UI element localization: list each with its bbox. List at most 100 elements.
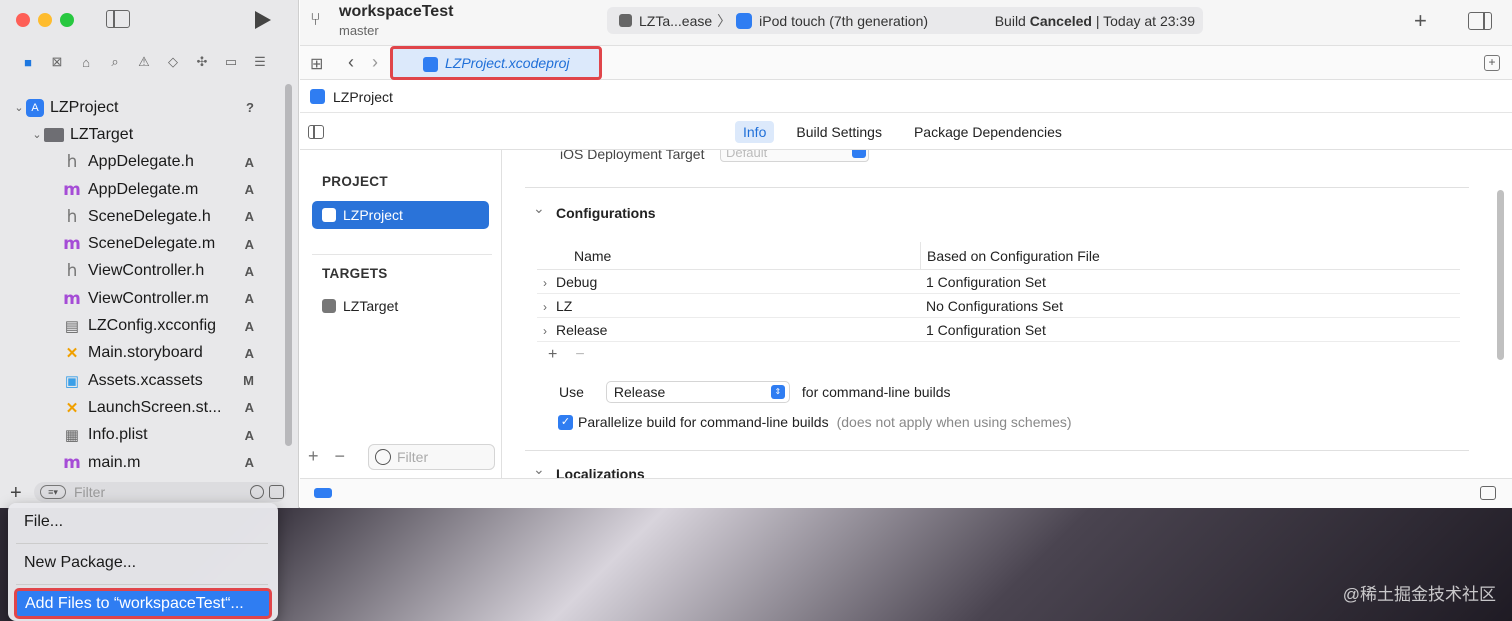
zoom-window-button[interactable]: [60, 13, 74, 27]
project-section-header: PROJECT: [322, 174, 388, 189]
configurations-section-toggle[interactable]: Configurations: [533, 200, 656, 221]
tree-item[interactable]: ▦ Info.plist A: [0, 422, 282, 449]
menu-item-add-files[interactable]: Add Files to “workspaceTest“...: [14, 588, 272, 619]
branch-name[interactable]: master: [339, 23, 379, 38]
breakpoints-toggle-icon[interactable]: [314, 488, 332, 498]
forward-chevron-icon[interactable]: ›: [372, 52, 378, 73]
branch-icon: ⑂: [310, 9, 321, 29]
tab-lzproject-xcodeproj[interactable]: LZProject.xcodeproj: [390, 46, 602, 80]
ios-deployment-select[interactable]: Default: [720, 150, 869, 162]
stepper-icon: [852, 150, 866, 158]
project-list-actions: + −: [308, 446, 345, 467]
device-selector[interactable]: iPod touch (7th generation): [759, 13, 928, 29]
parallelize-checkbox[interactable]: ✓: [558, 414, 573, 430]
tree-item[interactable]: ▣ Assets.xcassets M: [0, 367, 282, 394]
divider: [525, 187, 1469, 188]
table-row[interactable]: › LZ No Configurations Set: [537, 294, 1460, 318]
issue-warning-icon[interactable]: ⚠: [134, 53, 154, 71]
related-items-grid-icon[interactable]: ⊞: [310, 54, 323, 74]
menu-item-file[interactable]: File...: [24, 513, 63, 531]
tree-item-label: main.m: [88, 453, 141, 471]
report-icon[interactable]: ☰: [250, 53, 270, 71]
scm-status-badge: ?: [246, 100, 254, 116]
scm-status-badge: A: [244, 154, 254, 170]
show-project-list-icon[interactable]: [308, 125, 324, 139]
parallelize-label[interactable]: Parallelize build for command-line build…: [578, 414, 829, 430]
tree-item[interactable]: h AppDelegate.h A: [0, 149, 282, 176]
folder-icon[interactable]: ■: [18, 53, 38, 71]
navigator-filter-field[interactable]: ≡▾ Filter: [34, 482, 286, 502]
target-item-lztarget[interactable]: LZTarget: [312, 292, 489, 320]
tree-item[interactable]: ⌄ A LZProject?: [0, 94, 282, 121]
tree-item[interactable]: m ViewController.m A: [0, 285, 282, 312]
breadcrumb-project[interactable]: LZProject: [333, 89, 393, 105]
debug-icon[interactable]: ✣: [192, 53, 212, 71]
chevron-right-icon[interactable]: ›: [543, 324, 556, 338]
project-editor-tabs: Info Build Settings Package Dependencies: [300, 114, 1512, 150]
chevron-right-icon[interactable]: ›: [543, 276, 556, 290]
column-based-on[interactable]: Based on Configuration File: [921, 248, 1100, 264]
tree-item[interactable]: m SceneDelegate.m A: [0, 230, 282, 257]
tree-item-label: Assets.xcassets: [88, 371, 203, 389]
editor-scrollbar[interactable]: [1497, 190, 1504, 360]
breakpoint-icon[interactable]: ▭: [221, 53, 241, 71]
tree-item[interactable]: m AppDelegate.m A: [0, 176, 282, 203]
tree-item[interactable]: ✕ LaunchScreen.st... A: [0, 394, 282, 421]
add-target-button[interactable]: +: [308, 446, 319, 467]
test-diamond-icon[interactable]: ◇: [163, 53, 183, 71]
project-item-lzproject[interactable]: LZProject: [312, 201, 489, 229]
tree-item[interactable]: m main.m A: [0, 449, 282, 476]
library-plus-button[interactable]: +: [1414, 8, 1427, 34]
remove-target-button[interactable]: −: [335, 446, 346, 467]
chevron-right-icon[interactable]: ›: [543, 300, 556, 314]
search-icon[interactable]: ⌕: [105, 53, 125, 71]
tree-item[interactable]: ✕ Main.storyboard A: [0, 340, 282, 367]
close-window-button[interactable]: [16, 13, 30, 27]
tab-info[interactable]: Info: [735, 121, 775, 143]
inspector-toggle-icon[interactable]: [1468, 12, 1492, 30]
target-icon: [322, 299, 336, 313]
remove-configuration-button[interactable]: −: [575, 346, 584, 364]
project-file-tree: ⌄ A LZProject? ⌄ LZTarget h AppDelegate.h Am App…: [0, 94, 282, 476]
add-configuration-button[interactable]: +: [548, 346, 557, 364]
disclosure-chevron-icon[interactable]: ⌄: [12, 101, 26, 114]
tree-item-label: LZConfig.xcconfig: [88, 317, 217, 335]
h-file-icon: h: [66, 261, 78, 282]
tree-item[interactable]: h SceneDelegate.h A: [0, 203, 282, 230]
config-based-on-cell: 1 Configuration Set: [926, 273, 1046, 290]
sidebar-toggle-icon[interactable]: [106, 10, 130, 28]
config-name: Debug: [556, 273, 598, 290]
workspace-title: workspaceTest: [339, 3, 454, 20]
localizations-title[interactable]: Localizations: [533, 461, 645, 478]
filter-placeholder: Filter: [74, 484, 106, 500]
tab-label: LZProject.xcodeproj: [445, 55, 570, 71]
project-list-filter[interactable]: Filter: [368, 444, 495, 470]
config-name: Release: [556, 321, 608, 338]
scm-filter-icon[interactable]: [269, 485, 284, 499]
tree-item[interactable]: h ViewController.h A: [0, 258, 282, 285]
add-editor-icon[interactable]: +: [1484, 55, 1500, 71]
tree-item-label: LZProject: [50, 98, 119, 116]
tab-build-settings[interactable]: Build Settings: [788, 121, 890, 143]
minimize-window-button[interactable]: [38, 13, 52, 27]
tree-item[interactable]: ▤ LZConfig.xcconfig A: [0, 312, 282, 339]
disclosure-chevron-icon[interactable]: ⌄: [30, 128, 44, 141]
debug-area-toggle-icon[interactable]: [1480, 486, 1496, 500]
configurations-title: Configurations: [556, 205, 656, 221]
command-line-config-select[interactable]: Release ⇕: [605, 381, 790, 403]
table-row[interactable]: › Debug 1 Configuration Set: [537, 270, 1460, 294]
table-row[interactable]: › Release 1 Configuration Set: [537, 318, 1460, 342]
tab-package-dependencies[interactable]: Package Dependencies: [906, 121, 1070, 143]
tree-item-label: Info.plist: [88, 426, 148, 444]
recent-files-icon[interactable]: [250, 485, 264, 499]
back-chevron-icon[interactable]: ‹: [348, 52, 354, 73]
source-control-icon[interactable]: ⊠: [47, 53, 67, 71]
sidebar-scrollbar[interactable]: [285, 84, 292, 446]
tree-item[interactable]: ⌄ LZTarget: [0, 121, 282, 148]
column-name[interactable]: Name: [537, 241, 921, 270]
menu-item-new-package[interactable]: New Package...: [24, 554, 136, 572]
run-button[interactable]: [255, 11, 271, 29]
scheme-selector[interactable]: LZTa...ease: [639, 13, 712, 29]
add-file-button[interactable]: +: [10, 482, 22, 505]
symbol-icon[interactable]: ⌂: [76, 53, 96, 71]
